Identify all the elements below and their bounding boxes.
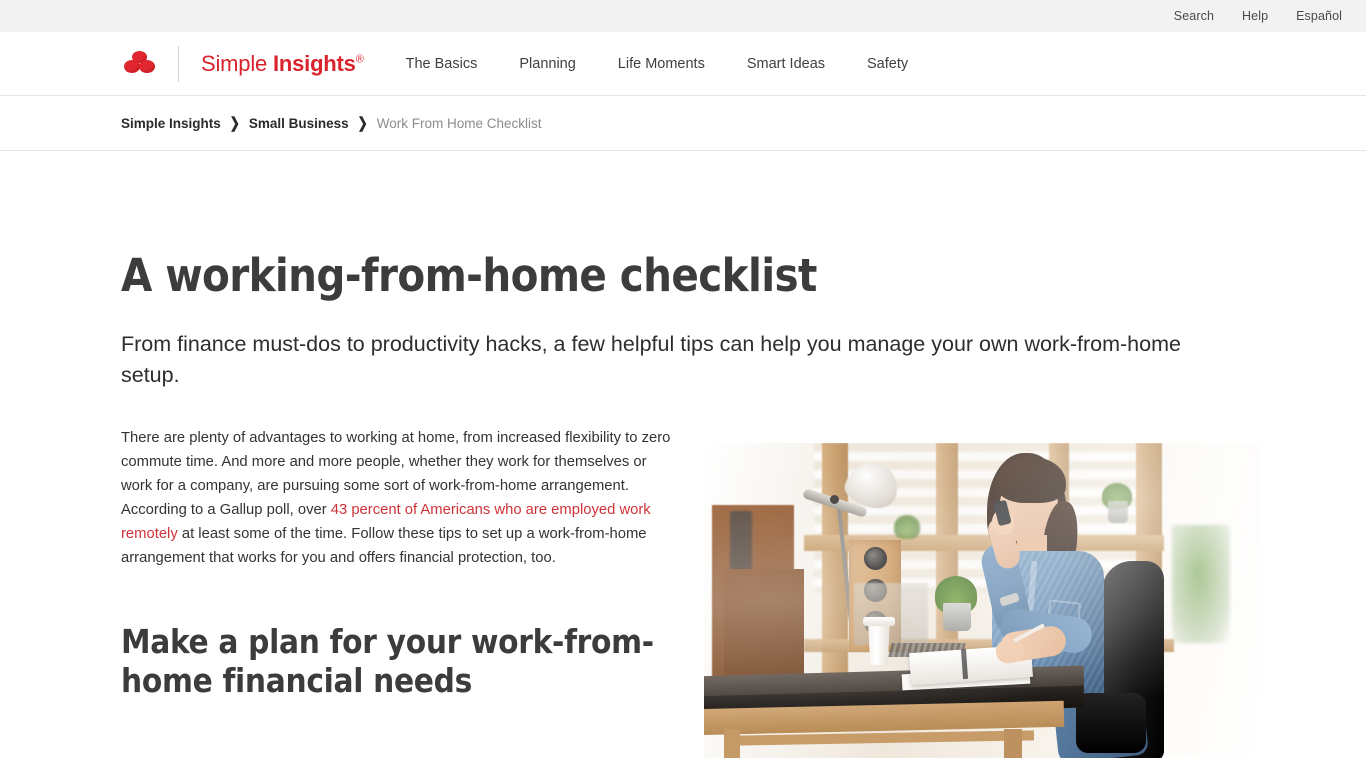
breadcrumb-item-simple-insights[interactable]: Simple Insights <box>121 116 221 131</box>
photo-plant-pot <box>943 603 971 632</box>
nav-item-life-moments[interactable]: Life Moments <box>618 56 705 72</box>
utility-top-bar: Search Help Español <box>0 0 1366 32</box>
article-content: A working-from-home checklist From finan… <box>0 252 1366 768</box>
nav-item-planning[interactable]: Planning <box>519 56 575 72</box>
left-column: There are plenty of advantages to workin… <box>121 427 677 701</box>
brand-word-simple: Simple <box>201 50 273 76</box>
section-title-make-a-plan: Make a plan for your work-from-home fina… <box>121 622 654 701</box>
intro-text-part2: at least some of the time. Follow these … <box>121 526 647 567</box>
photo-wooden-board <box>724 569 804 690</box>
photo-desk-leg <box>1004 729 1022 759</box>
logo-berry-left <box>124 59 140 73</box>
photo-office-chair-seat <box>1076 693 1146 754</box>
photo-person-fringe <box>996 457 1066 504</box>
page-title: A working-from-home checklist <box>121 249 817 302</box>
header-divider <box>178 45 179 82</box>
photo-coffee-cup-lid <box>863 617 895 627</box>
photo-plant-pot <box>1108 501 1128 524</box>
nav-item-smart-ideas[interactable]: Smart Ideas <box>747 56 825 72</box>
logo-berry-right <box>139 59 155 73</box>
breadcrumb-separator-icon: ❯ <box>229 114 240 132</box>
brand-wordmark[interactable]: Simple Insights® <box>201 51 364 77</box>
intro-paragraph: There are plenty of advantages to workin… <box>121 427 677 571</box>
hero-image <box>704 443 1260 759</box>
photo-laptop-screen <box>854 583 928 646</box>
brand-word-insights: Insights <box>272 50 356 76</box>
utility-link-help[interactable]: Help <box>1242 9 1268 23</box>
breadcrumb-item-current: Work From Home Checklist <box>376 115 542 131</box>
berry-cluster-logo-icon[interactable] <box>120 47 160 81</box>
utility-link-search[interactable]: Search <box>1174 9 1214 23</box>
nav-item-safety[interactable]: Safety <box>867 56 908 72</box>
photo-plant <box>894 515 920 540</box>
breadcrumb-separator-icon: ❯ <box>357 114 368 132</box>
intro-row: There are plenty of advantages to workin… <box>121 427 1260 768</box>
breadcrumb-item-small-business[interactable]: Small Business <box>249 116 349 131</box>
main-navigation: The Basics Planning Life Moments Smart I… <box>406 56 951 72</box>
photo-plant <box>1172 525 1230 644</box>
utility-link-espanol[interactable]: Español <box>1296 9 1342 23</box>
brand-registered-mark: ® <box>355 53 364 66</box>
site-header: Simple Insights® The Basics Planning Lif… <box>0 32 1366 96</box>
page-deck: From finance must-dos to productivity ha… <box>121 332 1181 387</box>
nav-item-the-basics[interactable]: The Basics <box>406 56 478 72</box>
breadcrumb: Simple Insights ❯ Small Business ❯ Work … <box>0 96 1366 151</box>
photo-desk-leg <box>724 729 740 759</box>
photo-coffee-cup <box>868 621 890 666</box>
